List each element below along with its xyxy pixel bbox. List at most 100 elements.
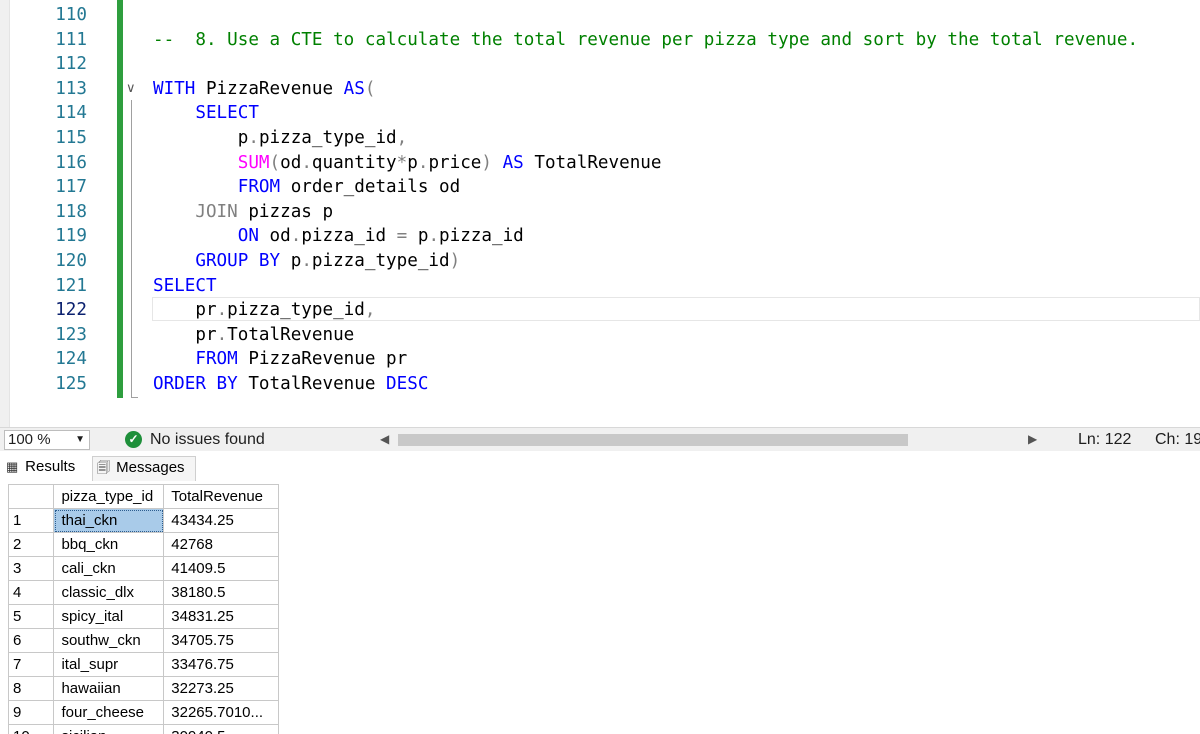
code-line[interactable]: 125 ORDER BY TotalRevenue DESC: [0, 372, 1200, 397]
total-revenue-cell[interactable]: 41409.5: [163, 556, 279, 581]
table-row[interactable]: 9 four_cheese 32265.7010...: [7, 700, 279, 725]
results-grid[interactable]: pizza_type_id TotalRevenue 1 thai_ckn 4343…: [7, 484, 279, 734]
code-line[interactable]: 121 SELECT: [0, 274, 1200, 299]
pizza-type-id-cell[interactable]: bbq_ckn: [53, 532, 165, 557]
table-row[interactable]: 7 ital_supr 33476.75: [7, 652, 279, 677]
pizza-type-id-cell[interactable]: cali_ckn: [53, 556, 165, 581]
sql-editor[interactable]: 110 111 -- 8. Use a CTE to calculate the t…: [0, 0, 1200, 427]
code-line[interactable]: 123 pr.TotalRevenue: [0, 323, 1200, 348]
code-line[interactable]: 122 pr.pizza_type_id,: [0, 298, 1200, 323]
scroll-left-arrow-icon[interactable]: ◀: [380, 432, 389, 446]
code-token: ON: [237, 226, 259, 247]
code-line[interactable]: 116 SUM(od.quantity*p.price) AS TotalRev…: [0, 151, 1200, 176]
total-revenue-cell[interactable]: 33476.75: [163, 652, 279, 677]
total-revenue-cell[interactable]: 32273.25: [163, 676, 279, 701]
code-token: .: [301, 152, 312, 173]
zoom-select[interactable]: 100 % ▼: [4, 430, 90, 450]
table-row[interactable]: 4 classic_dlx 38180.5: [7, 580, 279, 605]
total-revenue-cell[interactable]: 34831.25: [163, 604, 279, 629]
total-revenue-cell[interactable]: 30940.5: [163, 724, 279, 734]
pizza-type-id-cell[interactable]: sicilian: [53, 724, 165, 734]
pizza-type-id-cell[interactable]: hawaiian: [53, 676, 165, 701]
code-token: pizza_id: [439, 226, 524, 247]
code-text: pr.TotalRevenue: [153, 323, 354, 348]
code-line[interactable]: 111 -- 8. Use a CTE to calculate the tota…: [0, 28, 1200, 53]
code-line[interactable]: 110: [0, 3, 1200, 28]
line-number: 114: [55, 103, 87, 124]
tab-messages[interactable]: 🗐 Messages: [92, 456, 196, 481]
row-number-cell[interactable]: 6: [7, 628, 55, 653]
code-token: TotalRevenue: [523, 152, 662, 173]
row-number-cell[interactable]: 4: [7, 580, 55, 605]
row-number-cell[interactable]: 9: [7, 700, 55, 725]
scroll-right-arrow-icon[interactable]: ▶: [1028, 432, 1037, 446]
code-line[interactable]: 120 GROUP BY p.pizza_type_id): [0, 249, 1200, 274]
total-revenue-cell[interactable]: 42768: [163, 532, 279, 557]
line-number: 111: [55, 29, 87, 50]
line-number: 118: [55, 201, 87, 222]
pizza-type-id-cell[interactable]: thai_ckn: [53, 508, 165, 533]
table-row[interactable]: 5 spicy_ital 34831.25: [7, 604, 279, 629]
code-text: SELECT: [153, 274, 217, 299]
row-number-header[interactable]: [7, 484, 55, 509]
line-indicator: Ln: 122: [1078, 431, 1132, 448]
issues-status[interactable]: No issues found: [150, 430, 265, 450]
code-token: .: [301, 251, 312, 271]
pizza-type-id-cell[interactable]: spicy_ital: [53, 604, 165, 629]
row-number-cell[interactable]: 1: [7, 508, 55, 533]
table-row[interactable]: 8 hawaiian 32273.25: [7, 676, 279, 701]
chevron-down-icon[interactable]: ▼: [75, 431, 85, 449]
code-text: -- 8. Use a CTE to calculate the total r…: [153, 28, 1138, 53]
row-number-cell[interactable]: 8: [7, 676, 55, 701]
code-token: TotalRevenue: [237, 374, 387, 394]
row-number-cell[interactable]: 7: [7, 652, 55, 677]
tab-results[interactable]: ▦ Results: [6, 456, 92, 481]
table-row[interactable]: 6 southw_ckn 34705.75: [7, 628, 279, 653]
column-header-pizza-type-id[interactable]: pizza_type_id: [53, 484, 165, 509]
code-text: FROM PizzaRevenue pr: [153, 347, 407, 372]
code-token: quantity: [311, 152, 397, 173]
table-row[interactable]: 3 cali_ckn 41409.5: [7, 556, 279, 581]
row-number-cell[interactable]: 5: [7, 604, 55, 629]
table-row[interactable]: 10sicilian30940.5: [7, 724, 279, 734]
horizontal-scrollbar-thumb[interactable]: [398, 434, 908, 446]
table-row[interactable]: 1 thai_ckn 43434.25: [7, 508, 279, 533]
code-text: JOIN pizzas p: [153, 200, 333, 225]
line-number: 113: [55, 78, 87, 99]
code-text: ON od.pizza_id = p.pizza_id: [153, 224, 524, 249]
grid-header-row: pizza_type_id TotalRevenue: [7, 484, 279, 509]
code-line[interactable]: 113 ∨ WITH PizzaRevenue AS(: [0, 77, 1200, 102]
code-token: od: [258, 226, 291, 247]
total-revenue-cell[interactable]: 32265.7010...: [163, 700, 279, 725]
pizza-type-id-cell[interactable]: southw_ckn: [53, 628, 165, 653]
code-line[interactable]: 114 SELECT: [0, 101, 1200, 126]
total-revenue-cell[interactable]: 43434.25: [163, 508, 279, 533]
code-token: (: [364, 78, 376, 99]
row-number-cell[interactable]: 10: [7, 724, 55, 734]
line-number: 116: [55, 152, 87, 173]
pizza-type-id-cell[interactable]: four_cheese: [53, 700, 165, 725]
row-number-cell[interactable]: 2: [7, 532, 55, 557]
row-number-cell[interactable]: 3: [7, 556, 55, 581]
total-revenue-cell[interactable]: 38180.5: [163, 580, 279, 605]
code-line[interactable]: 124 FROM PizzaRevenue pr: [0, 347, 1200, 372]
line-number: 121: [55, 275, 87, 296]
code-line[interactable]: 118 JOIN pizzas p: [0, 200, 1200, 225]
code-token: .: [290, 226, 302, 247]
pizza-type-id-cell[interactable]: classic_dlx: [53, 580, 165, 605]
total-revenue-cell[interactable]: 34705.75: [163, 628, 279, 653]
code-token: p: [280, 251, 302, 271]
column-header-total-revenue[interactable]: TotalRevenue: [163, 484, 279, 509]
fold-guide: [131, 100, 132, 398]
code-line[interactable]: 112: [0, 52, 1200, 77]
code-text: SELECT: [153, 101, 259, 126]
code-token: SELECT: [195, 103, 259, 124]
line-number: 123: [55, 324, 87, 345]
code-line[interactable]: 115 p.pizza_type_id,: [0, 126, 1200, 151]
code-line[interactable]: 119 ON od.pizza_id = p.pizza_id: [0, 224, 1200, 249]
fold-chevron-icon[interactable]: ∨: [126, 77, 138, 101]
code-line[interactable]: 117 FROM order_details od: [0, 175, 1200, 200]
pizza-type-id-cell[interactable]: ital_supr: [53, 652, 165, 677]
table-row[interactable]: 2 bbq_ckn 42768: [7, 532, 279, 557]
